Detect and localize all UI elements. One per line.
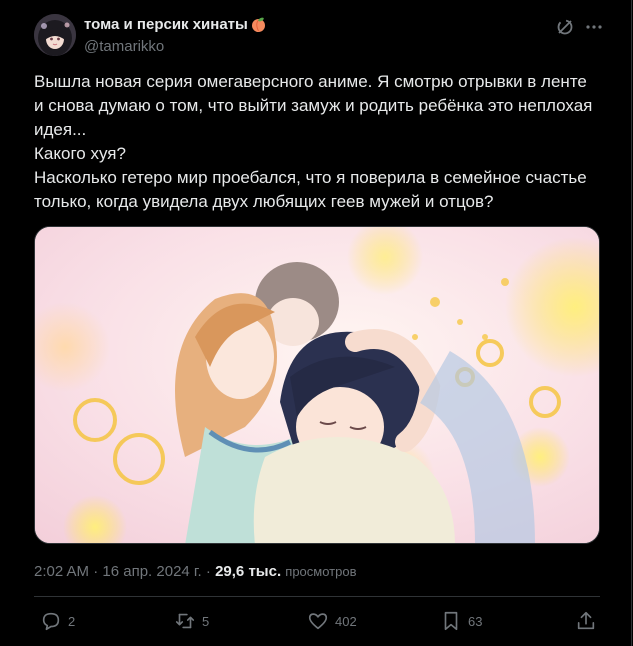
reply-count: 2 <box>68 613 76 629</box>
reply-button[interactable]: 2 <box>40 610 75 632</box>
avatar[interactable] <box>34 14 76 56</box>
tweet-text: Вышла новая серия омегаверсного аниме. Я… <box>34 70 594 214</box>
views-label: просмотров <box>285 564 357 579</box>
display-name[interactable]: тома и персик хинаты <box>84 16 248 33</box>
peach-emoji-icon <box>250 16 267 33</box>
repost-count: 5 <box>202 613 210 629</box>
reply-icon <box>42 612 60 631</box>
bookmark-icon <box>444 611 458 631</box>
repost-icon <box>175 613 195 629</box>
grok-icon[interactable] <box>555 17 575 37</box>
tweet-paragraph: Вышла новая серия омегаверсного аниме. Я… <box>34 72 593 139</box>
divider <box>34 596 600 597</box>
like-button[interactable]: 402 <box>307 610 357 632</box>
tweet-paragraph: Какого хуя? <box>34 144 126 163</box>
repost-button[interactable]: 5 <box>174 610 209 632</box>
tweet-media-image[interactable] <box>34 226 600 544</box>
bookmark-button[interactable]: 63 <box>440 610 482 632</box>
share-button[interactable] <box>575 610 597 632</box>
tweet-meta: 2:02 AM · 16 апр. 2024 г. · 29,6 тыс. пр… <box>34 563 356 580</box>
user-handle[interactable]: @tamarikko <box>84 38 164 55</box>
views-count: 29,6 тыс. <box>215 563 282 580</box>
tweet-paragraph: Насколько гетеро мир проебался, что я по… <box>34 168 587 211</box>
meta-separator: · <box>205 563 211 580</box>
share-icon <box>577 611 595 630</box>
tweet-date[interactable]: 16 апр. 2024 г. <box>102 563 201 580</box>
tweet-container: тома и персик хинаты @tamarikko Вышла но… <box>0 0 632 646</box>
like-count: 402 <box>335 613 357 629</box>
bookmark-count: 63 <box>468 613 483 629</box>
heart-icon <box>308 613 328 630</box>
avatar-image <box>34 14 76 56</box>
meta-separator: · <box>93 563 99 580</box>
author-name-row[interactable]: тома и персик хинаты <box>84 16 267 33</box>
more-icon[interactable] <box>584 17 604 37</box>
anime-illustration <box>35 227 599 543</box>
tweet-time[interactable]: 2:02 AM <box>34 563 89 580</box>
